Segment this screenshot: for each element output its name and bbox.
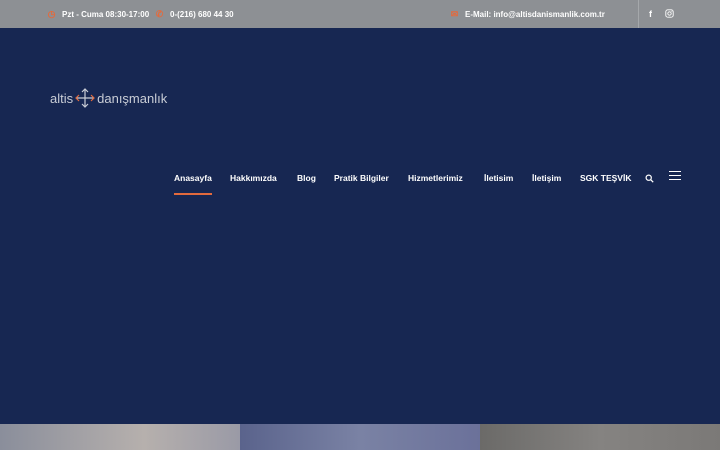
nav-item-blog[interactable]: Blog: [297, 173, 316, 183]
nav-item-hakkimizda[interactable]: Hakkımızda: [230, 173, 277, 183]
hero-image-strip: [0, 424, 720, 450]
facebook-icon[interactable]: f: [649, 9, 652, 19]
phone-icon: ✆: [155, 8, 164, 19]
logo-text-left: altis: [50, 90, 74, 106]
hero-image-2: [240, 424, 480, 450]
nav-item-sgk-tesvik[interactable]: SGK TEŞVİK: [580, 173, 631, 183]
nav-item-iletisim-1[interactable]: İletisim: [484, 173, 513, 183]
nav-item-anasayfa[interactable]: Anasayfa: [174, 173, 212, 183]
site-header: altis danışmanlık Anasayfa Hakkımızda Bl…: [0, 28, 720, 424]
nav-item-pratik-bilgiler[interactable]: Pratik Bilgiler: [334, 173, 389, 183]
business-hours: ◷ Pzt - Cuma 08:30-17:00: [47, 8, 150, 19]
topbar-divider: [638, 0, 639, 28]
logo-text-right: danışmanlık: [97, 90, 168, 106]
top-info-bar: ◷ Pzt - Cuma 08:30-17:00 ✆ 0-(216) 680 4…: [0, 0, 720, 28]
site-logo[interactable]: altis danışmanlık: [50, 88, 167, 108]
hero-image-3: [480, 424, 720, 450]
email-contact[interactable]: ✉ E-Mail: info@altisdanismanlik.com.tr: [450, 9, 605, 19]
email-icon: ✉: [450, 8, 459, 19]
hamburger-menu-icon[interactable]: [669, 171, 681, 181]
active-nav-indicator: [174, 193, 212, 195]
clock-icon: ◷: [47, 8, 56, 19]
nav-item-hizmetlerimiz[interactable]: Hizmetlerimiz: [408, 173, 463, 183]
hero-image-1: [0, 424, 240, 450]
search-icon[interactable]: [645, 174, 654, 183]
phone-number[interactable]: ✆ 0-(216) 680 44 30: [155, 9, 234, 19]
instagram-icon[interactable]: [665, 9, 674, 20]
nav-item-iletisim-2[interactable]: İletişim: [532, 173, 561, 183]
business-hours-text: Pzt - Cuma 08:30-17:00: [62, 9, 150, 19]
phone-number-text[interactable]: 0-(216) 680 44 30: [170, 10, 234, 19]
email-contact-text[interactable]: E-Mail: info@altisdanismanlik.com.tr: [465, 10, 605, 19]
logo-arrows-icon: [75, 88, 95, 108]
